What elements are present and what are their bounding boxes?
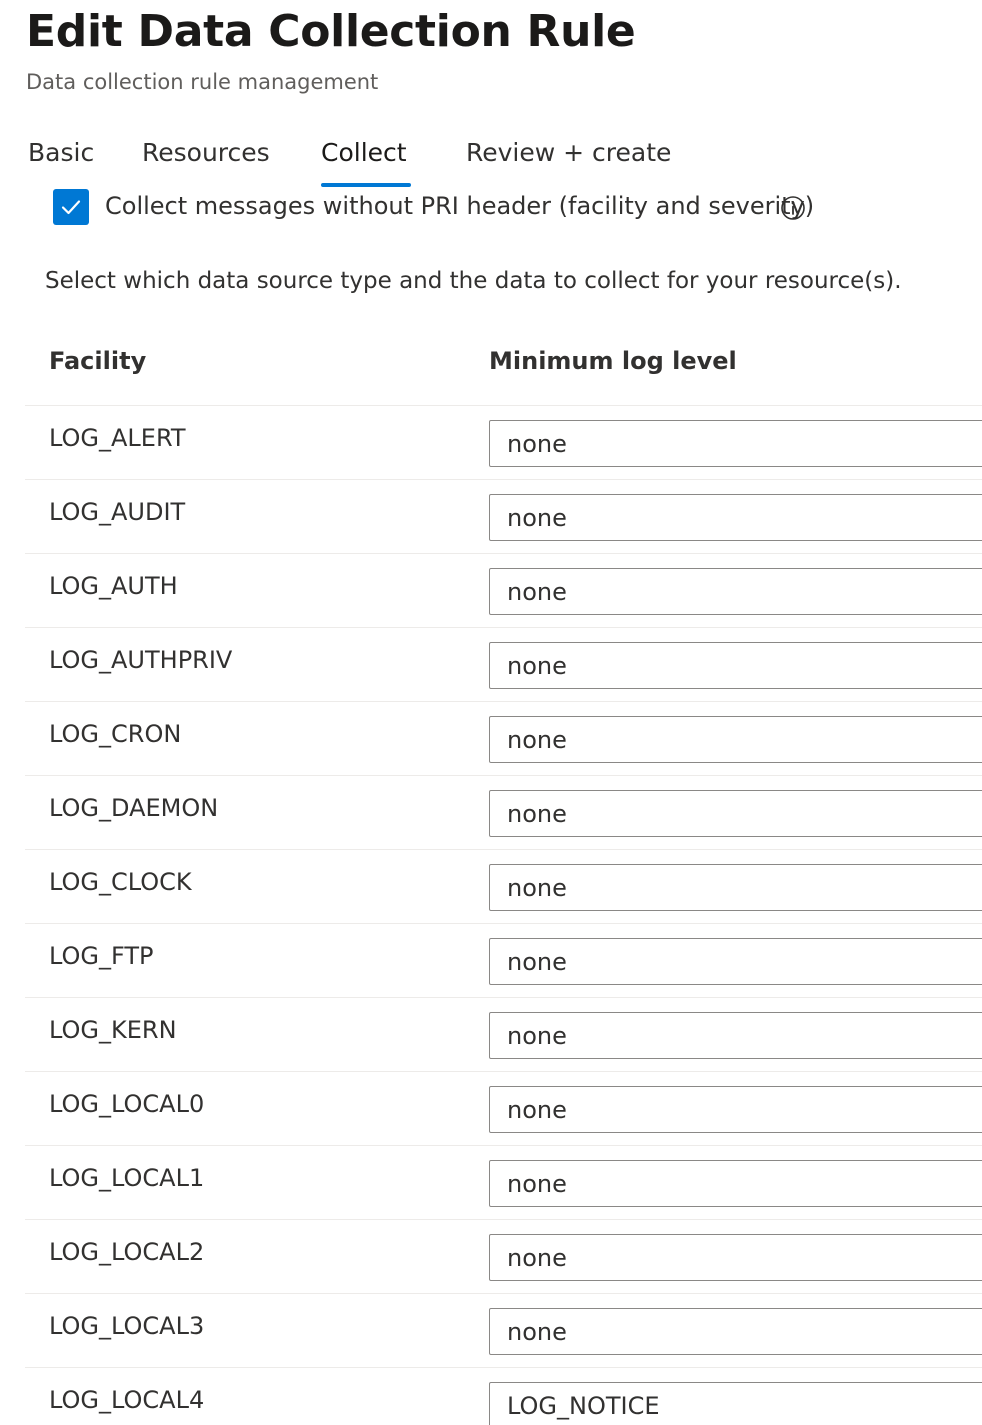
min-log-level-dropdown[interactable]: none — [489, 938, 982, 985]
table-row: LOG_LOCAL3 none — [0, 1294, 982, 1368]
min-log-level-dropdown[interactable]: none — [489, 420, 982, 467]
min-log-level-dropdown[interactable]: LOG_NOTICE — [489, 1382, 982, 1425]
dropdown-value: none — [507, 1170, 567, 1198]
facility-name: LOG_AUTHPRIV — [49, 646, 233, 674]
min-log-level-dropdown[interactable]: none — [489, 1086, 982, 1133]
dropdown-value: none — [507, 726, 567, 754]
facility-name: LOG_CLOCK — [49, 868, 192, 896]
facility-name: LOG_LOCAL0 — [49, 1090, 205, 1118]
page-title: Edit Data Collection Rule — [26, 6, 636, 57]
table-row: LOG_LOCAL2 none — [0, 1220, 982, 1294]
dropdown-value: none — [507, 504, 567, 532]
table-row: LOG_LOCAL0 none — [0, 1072, 982, 1146]
table-row: LOG_KERN none — [0, 998, 982, 1072]
tab-resources[interactable]: Resources — [142, 138, 270, 167]
min-log-level-dropdown[interactable]: none — [489, 716, 982, 763]
min-log-level-dropdown[interactable]: none — [489, 568, 982, 615]
edit-dcr-page: Edit Data Collection Rule Data collectio… — [0, 0, 982, 1425]
tab-review-create[interactable]: Review + create — [466, 138, 671, 167]
dropdown-value: none — [507, 1244, 567, 1272]
dropdown-value: none — [507, 1096, 567, 1124]
facility-name: LOG_LOCAL3 — [49, 1312, 205, 1340]
table-row: LOG_FTP none — [0, 924, 982, 998]
min-log-level-dropdown[interactable]: none — [489, 790, 982, 837]
facility-name: LOG_LOCAL2 — [49, 1238, 205, 1266]
column-header-min-log-level: Minimum log level — [489, 347, 737, 375]
min-log-level-dropdown[interactable]: none — [489, 494, 982, 541]
table-row: LOG_LOCAL4 LOG_NOTICE — [0, 1368, 982, 1425]
dropdown-value: LOG_NOTICE — [507, 1392, 660, 1420]
dropdown-value: none — [507, 430, 567, 458]
dropdown-value: none — [507, 1318, 567, 1346]
facility-name: LOG_DAEMON — [49, 794, 219, 822]
dropdown-value: none — [507, 578, 567, 606]
min-log-level-dropdown[interactable]: none — [489, 1012, 982, 1059]
collect-without-pri-checkbox[interactable] — [53, 189, 89, 225]
facility-name: LOG_AUDIT — [49, 498, 186, 526]
tab-basic[interactable]: Basic — [28, 138, 94, 167]
facility-table: LOG_ALERT none LOG_AUDIT none LOG_AUTH n… — [0, 406, 982, 1425]
min-log-level-dropdown[interactable]: none — [489, 864, 982, 911]
table-row: LOG_ALERT none — [0, 406, 982, 480]
active-tab-indicator — [321, 183, 411, 187]
facility-name: LOG_FTP — [49, 942, 154, 970]
tab-bar: Basic Resources Collect Review + create — [0, 132, 982, 190]
checkmark-icon — [61, 200, 81, 215]
dropdown-value: none — [507, 874, 567, 902]
facility-name: LOG_LOCAL4 — [49, 1386, 205, 1414]
table-header: Facility Minimum log level — [0, 340, 982, 384]
collect-without-pri-option: Collect messages without PRI header (fac… — [53, 189, 953, 225]
table-row: LOG_CLOCK none — [0, 850, 982, 924]
table-row: LOG_AUTH none — [0, 554, 982, 628]
table-row: LOG_AUTHPRIV none — [0, 628, 982, 702]
facility-name: LOG_AUTH — [49, 572, 178, 600]
table-row: LOG_DAEMON none — [0, 776, 982, 850]
dropdown-value: none — [507, 800, 567, 828]
dropdown-value: none — [507, 948, 567, 976]
table-row: LOG_AUDIT none — [0, 480, 982, 554]
facility-name: LOG_KERN — [49, 1016, 177, 1044]
info-icon[interactable] — [780, 195, 806, 221]
table-row: LOG_LOCAL1 none — [0, 1146, 982, 1220]
min-log-level-dropdown[interactable]: none — [489, 642, 982, 689]
min-log-level-dropdown[interactable]: none — [489, 1308, 982, 1355]
dropdown-value: none — [507, 652, 567, 680]
min-log-level-dropdown[interactable]: none — [489, 1160, 982, 1207]
data-source-description: Select which data source type and the da… — [45, 268, 902, 294]
collect-without-pri-label[interactable]: Collect messages without PRI header (fac… — [105, 192, 814, 220]
page-subtitle: Data collection rule management — [26, 70, 379, 94]
dropdown-value: none — [507, 1022, 567, 1050]
facility-name: LOG_LOCAL1 — [49, 1164, 205, 1192]
facility-name: LOG_CRON — [49, 720, 182, 748]
min-log-level-dropdown[interactable]: none — [489, 1234, 982, 1281]
column-header-facility: Facility — [49, 347, 147, 375]
tab-collect[interactable]: Collect — [321, 138, 407, 167]
table-row: LOG_CRON none — [0, 702, 982, 776]
facility-name: LOG_ALERT — [49, 424, 186, 452]
